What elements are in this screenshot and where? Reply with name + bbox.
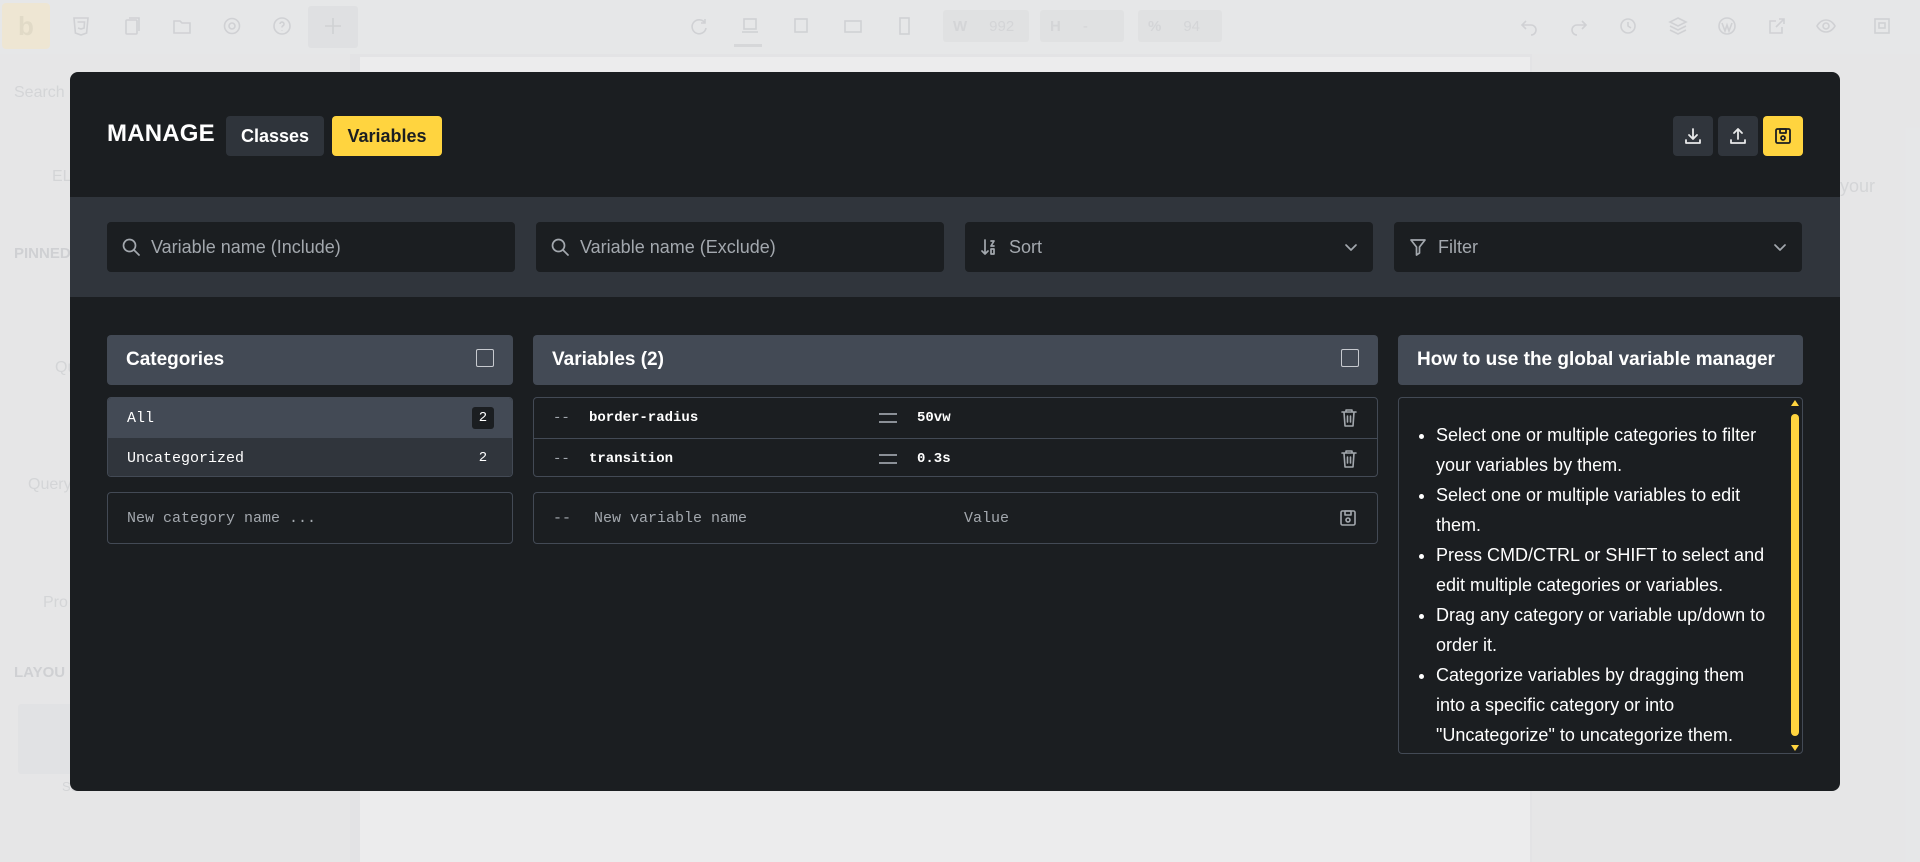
delete-variable-button[interactable] <box>1340 449 1358 469</box>
variable-value[interactable]: 0.3s <box>917 451 951 467</box>
sort-dropdown[interactable]: Sort <box>965 222 1373 272</box>
scroll-up-arrow-icon[interactable] <box>1791 400 1799 406</box>
sort-label: Sort <box>1009 236 1043 257</box>
chevron-down-icon <box>1774 244 1786 251</box>
category-item-all[interactable]: All 2 <box>108 398 512 438</box>
help-item: Categorize variables by dragging them in… <box>1436 660 1774 750</box>
help-list: Select one or multiple categories to fil… <box>1399 398 1802 750</box>
upload-icon <box>1730 128 1746 144</box>
search-icon <box>122 238 140 256</box>
tab-classes[interactable]: Classes <box>226 116 324 156</box>
save-button[interactable] <box>1763 116 1803 156</box>
save-icon <box>1340 510 1356 526</box>
help-item: Select one or multiple categories to fil… <box>1436 420 1774 480</box>
categories-select-all-checkbox[interactable] <box>476 349 494 367</box>
help-item: Press CMD/CTRL or SHIFT to select and ed… <box>1436 540 1774 600</box>
import-button[interactable] <box>1718 116 1758 156</box>
help-item: Drag any category or variable up/down to… <box>1436 600 1774 660</box>
scroll-down-arrow-icon[interactable] <box>1791 745 1799 751</box>
variables-list: -- border-radius 50vw -- transition 0.3s <box>533 397 1378 477</box>
sort-icon <box>981 239 995 255</box>
scrollbar-thumb[interactable] <box>1791 414 1799 736</box>
categories-header: Categories <box>107 335 513 385</box>
category-label: All <box>127 409 155 427</box>
category-count: 2 <box>478 450 488 466</box>
exclude-search-input[interactable] <box>580 236 910 258</box>
help-header: How to use the global variable manager <box>1398 335 1803 385</box>
variable-value[interactable]: 50vw <box>917 410 951 426</box>
category-item-uncategorized[interactable]: Uncategorized 2 <box>108 438 512 476</box>
help-panel: Select one or multiple categories to fil… <box>1398 397 1803 754</box>
variables-title: Variables (2) <box>552 349 664 370</box>
modal-header: MANAGE Classes Variables <box>70 72 1840 197</box>
filter-label: Filter <box>1438 236 1478 257</box>
categories-title: Categories <box>126 349 225 370</box>
variable-manager-modal: MANAGE Classes Variables Sort Filter <box>70 72 1840 791</box>
variables-header: Variables (2) <box>533 335 1378 385</box>
trash-icon <box>1341 409 1357 427</box>
category-label: Uncategorized <box>127 449 245 467</box>
variable-row[interactable]: -- border-radius 50vw <box>534 398 1377 438</box>
drag-handle-icon[interactable] <box>879 413 897 423</box>
modal-title: MANAGE <box>107 120 215 147</box>
filter-toolbar: Sort Filter <box>70 197 1840 297</box>
chevron-down-icon <box>1345 244 1357 251</box>
search-icon <box>551 238 569 256</box>
variable-prefix: -- <box>553 450 570 467</box>
variables-select-all-checkbox[interactable] <box>1341 349 1359 367</box>
filter-icon <box>1410 239 1426 256</box>
delete-variable-button[interactable] <box>1340 408 1358 428</box>
tab-variables[interactable]: Variables <box>332 116 442 156</box>
add-variable-button[interactable] <box>1338 508 1358 528</box>
help-scrollbar[interactable] <box>1790 400 1800 751</box>
trash-icon <box>1341 450 1357 468</box>
download-icon <box>1685 128 1701 144</box>
categories-list: All 2 Uncategorized 2 <box>107 397 513 477</box>
include-search-input[interactable] <box>151 236 481 258</box>
new-variable-row: -- <box>533 492 1378 544</box>
new-variable-name-input[interactable] <box>594 509 894 527</box>
save-icon <box>1775 128 1791 144</box>
include-search-field[interactable] <box>107 222 515 272</box>
new-variable-value-input[interactable] <box>964 509 1264 527</box>
exclude-search-field[interactable] <box>536 222 944 272</box>
variable-name[interactable]: border-radius <box>589 410 698 426</box>
variable-prefix: -- <box>553 509 572 527</box>
export-button[interactable] <box>1673 116 1713 156</box>
category-count: 2 <box>472 407 494 429</box>
variable-row[interactable]: -- transition 0.3s <box>534 438 1377 476</box>
new-category-input[interactable] <box>127 509 497 527</box>
new-category-field[interactable] <box>107 492 513 544</box>
variable-name[interactable]: transition <box>589 451 673 467</box>
help-item: Select one or multiple variables to edit… <box>1436 480 1774 540</box>
help-title: How to use the global variable manager <box>1417 349 1775 370</box>
drag-handle-icon[interactable] <box>879 454 897 464</box>
variable-prefix: -- <box>553 410 570 426</box>
filter-dropdown[interactable]: Filter <box>1394 222 1802 272</box>
